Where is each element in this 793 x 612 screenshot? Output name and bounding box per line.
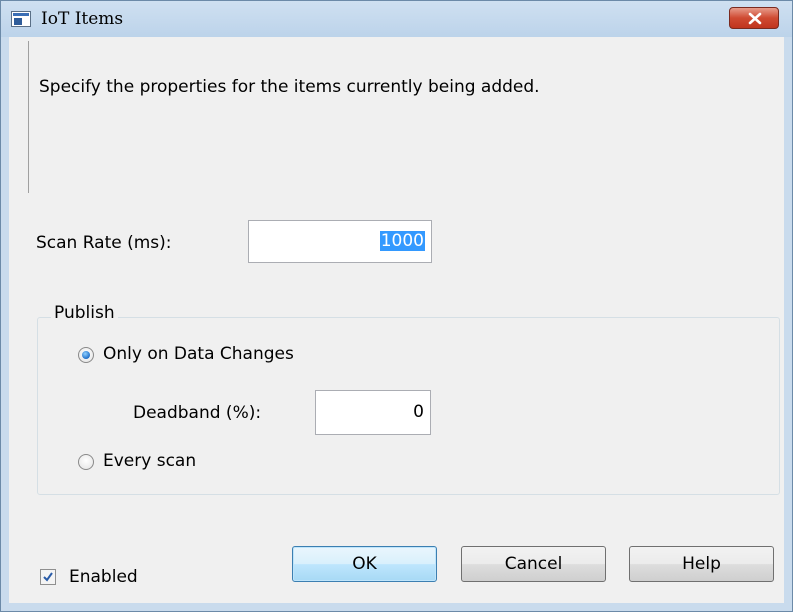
scan-rate-input[interactable]: 1000 [248, 220, 432, 263]
checkmark-icon [43, 572, 53, 582]
radio-selected-dot [82, 351, 90, 359]
scan-rate-label: Scan Rate (ms): [36, 233, 172, 253]
window-title: IoT Items [41, 9, 124, 29]
publish-caption: Publish [51, 303, 118, 323]
cancel-button[interactable]: Cancel [461, 546, 606, 582]
scan-rate-value: 1000 [379, 231, 425, 251]
title-bar[interactable]: IoT Items [1, 1, 792, 37]
description-text: Specify the properties for the items cur… [39, 77, 540, 97]
ok-button[interactable]: OK [292, 546, 437, 582]
enabled-label[interactable]: Enabled [69, 567, 138, 587]
deadband-label: Deadband (%): [133, 403, 262, 423]
enabled-checkbox[interactable] [40, 569, 56, 585]
radio-only-on-data-changes[interactable] [78, 347, 94, 363]
dialog-window: IoT Items Specify the properties for the… [0, 0, 793, 612]
window-app-icon [11, 11, 31, 27]
radio-only-on-data-changes-label[interactable]: Only on Data Changes [103, 344, 294, 364]
description-panel: Specify the properties for the items cur… [28, 41, 774, 193]
close-icon [748, 12, 762, 25]
radio-every-scan[interactable] [78, 454, 94, 470]
radio-every-scan-label[interactable]: Every scan [103, 451, 196, 471]
deadband-input[interactable]: 0 [315, 390, 431, 435]
close-button[interactable] [729, 7, 779, 29]
help-button[interactable]: Help [629, 546, 774, 582]
